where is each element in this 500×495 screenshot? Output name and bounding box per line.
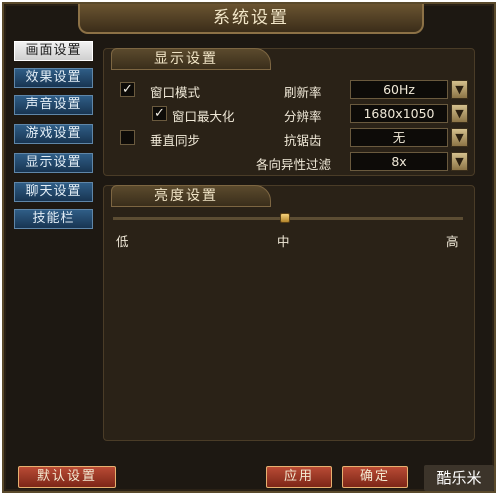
sidebar-item-chat[interactable]: 聊天设置	[14, 182, 93, 202]
sidebar-item-game[interactable]: 游戏设置	[14, 124, 93, 144]
refresh-rate-select[interactable]: 60Hz	[350, 80, 448, 99]
anisotropic-label: 各向异性过滤	[256, 157, 332, 172]
chevron-down-icon[interactable]: ▼	[451, 104, 468, 123]
sidebar-item-sound[interactable]: 声音设置	[14, 95, 93, 115]
vsync-label: 垂直同步	[150, 133, 201, 148]
title-bar: 系统设置	[78, 4, 424, 34]
sidebar-item-skillbar[interactable]: 技能栏	[14, 209, 93, 229]
chevron-down-icon[interactable]: ▼	[451, 152, 468, 171]
brightness-panel: 亮度设置	[103, 185, 475, 441]
brightness-mid-label: 中	[277, 234, 290, 249]
ok-button[interactable]: 确定	[342, 466, 408, 488]
brightness-slider-thumb[interactable]	[280, 213, 290, 223]
check-icon: ✓	[122, 82, 133, 97]
display-panel-title: 显示设置	[111, 48, 271, 70]
window-maximize-label: 窗口最大化	[172, 109, 235, 124]
sidebar-item-effects[interactable]: 效果设置	[14, 68, 93, 88]
window-mode-label: 窗口模式	[150, 85, 201, 100]
chevron-down-icon[interactable]: ▼	[451, 128, 468, 147]
brightness-high-label: 高	[446, 234, 459, 249]
window-mode-checkbox[interactable]: ✓	[120, 82, 135, 97]
window-maximize-checkbox[interactable]: ✓	[152, 106, 167, 121]
chevron-down-icon[interactable]: ▼	[451, 80, 468, 99]
sidebar-item-show[interactable]: 显示设置	[14, 153, 93, 173]
anisotropic-select[interactable]: 8x	[350, 152, 448, 171]
antialias-select[interactable]: 无	[350, 128, 448, 147]
resolution-label: 分辨率	[284, 109, 322, 124]
resolution-select[interactable]: 1680x1050	[350, 104, 448, 123]
brightness-low-label: 低	[116, 234, 129, 249]
default-settings-button[interactable]: 默认设置	[18, 466, 116, 488]
sidebar-item-display-settings[interactable]: 画面设置	[14, 41, 93, 61]
antialias-label: 抗锯齿	[284, 133, 322, 148]
apply-button[interactable]: 应用	[266, 466, 332, 488]
refresh-rate-label: 刷新率	[284, 85, 322, 100]
brightness-panel-title: 亮度设置	[111, 185, 271, 207]
watermark-logo: 酷乐米	[424, 465, 494, 491]
window-title: 系统设置	[213, 8, 289, 28]
check-icon: ✓	[154, 106, 165, 121]
vsync-checkbox[interactable]	[120, 130, 135, 145]
